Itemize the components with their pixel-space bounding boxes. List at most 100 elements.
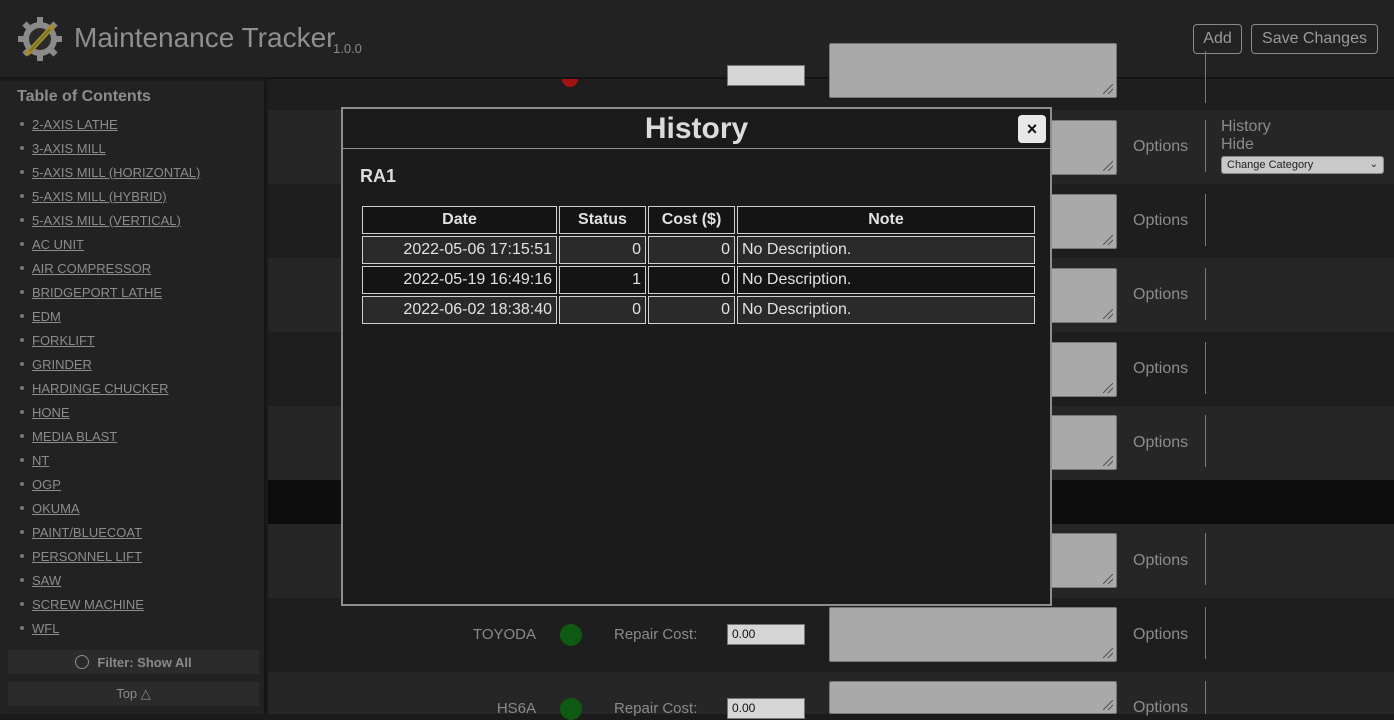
sidebar: Table of Contents 2-AXIS LATHE 3-AXIS MI…	[0, 81, 266, 714]
status-cell: 0	[559, 296, 646, 324]
options-button[interactable]: Options	[1133, 434, 1188, 452]
repair-cost-input[interactable]: 0.00	[727, 698, 805, 719]
toc-item[interactable]: 2-AXIS LATHE	[20, 112, 200, 136]
options-button[interactable]: Options	[1133, 552, 1188, 570]
toc-title: Table of Contents	[17, 88, 151, 105]
options-button[interactable]: Options	[1133, 138, 1188, 156]
divider	[1205, 681, 1206, 714]
toc-item[interactable]: EDM	[20, 304, 200, 328]
bullet-icon	[20, 578, 24, 582]
toc-item[interactable]: AC UNIT	[20, 232, 200, 256]
toc-item[interactable]: 5-AXIS MILL (VERTICAL)	[20, 208, 200, 232]
bullet-icon	[20, 194, 24, 198]
modal-subtitle: RA1	[360, 166, 397, 186]
toc-link[interactable]: 2-AXIS LATHE	[32, 117, 118, 132]
filter-label: Filter: Show All	[97, 654, 192, 670]
notes-textarea[interactable]	[829, 607, 1117, 662]
options-button[interactable]: Options	[1133, 286, 1188, 304]
toc-link[interactable]: FORKLIFT	[32, 333, 95, 348]
toc-item[interactable]: SAW	[20, 568, 200, 592]
toc-item[interactable]: PAINT/BLUECOAT	[20, 520, 200, 544]
toc-item[interactable]: MEDIA BLAST	[20, 424, 200, 448]
options-button[interactable]: Options	[1133, 212, 1188, 230]
note-cell: No Description.	[737, 296, 1035, 324]
hide-link[interactable]: Hide	[1221, 136, 1271, 154]
toc-link[interactable]: HONE	[32, 405, 70, 420]
options-button[interactable]: Options	[1133, 626, 1188, 644]
toc-link[interactable]: BRIDGEPORT LATHE	[32, 285, 162, 300]
toc-link[interactable]: OGP	[32, 477, 61, 492]
toc-link[interactable]: HARDINGE CHUCKER	[32, 381, 169, 396]
bullet-icon	[20, 626, 24, 630]
app-version: 1.0.0	[333, 41, 362, 56]
toc-item[interactable]: WFL	[20, 616, 200, 640]
close-button[interactable]: ×	[1018, 115, 1046, 143]
toc-link[interactable]: 5-AXIS MILL (HYBRID)	[32, 189, 167, 204]
toc-item[interactable]: 3-AXIS MILL	[20, 136, 200, 160]
toc-item[interactable]: OKUMA	[20, 496, 200, 520]
toc-link[interactable]: AIR COMPRESSOR	[32, 261, 151, 276]
modal-title: History	[343, 109, 1050, 149]
toc-link[interactable]: AC UNIT	[32, 237, 84, 252]
toc-item[interactable]: AIR COMPRESSOR	[20, 256, 200, 280]
toc-item[interactable]: NT	[20, 448, 200, 472]
toc-item[interactable]: HONE	[20, 400, 200, 424]
toc-link[interactable]: GRINDER	[32, 357, 92, 372]
equipment-row: TOYODA Repair Cost: 0.00 Options	[268, 598, 1394, 672]
filter-toggle[interactable]: Filter: Show All	[8, 650, 259, 674]
toc-item[interactable]: SCREW MACHINE	[20, 592, 200, 616]
toc-item[interactable]: GRINDER	[20, 352, 200, 376]
app-title: Maintenance Tracker	[74, 22, 336, 53]
note-cell: No Description.	[737, 236, 1035, 264]
history-link[interactable]: History	[1221, 118, 1271, 136]
toc-link[interactable]: PAINT/BLUECOAT	[32, 525, 142, 540]
toc-link[interactable]: WFL	[32, 621, 59, 636]
toc-link[interactable]: PERSONNEL LIFT	[32, 549, 142, 564]
toc-item[interactable]: FORKLIFT	[20, 328, 200, 352]
table-row: 2022-05-19 16:49:16 1 0 No Description.	[362, 266, 1035, 294]
toc-item[interactable]: PERSONNEL LIFT	[20, 544, 200, 568]
bullet-icon	[20, 266, 24, 270]
toc-item[interactable]: HARDINGE CHUCKER	[20, 376, 200, 400]
toc-item[interactable]: 5-AXIS MILL (HORIZONTAL)	[20, 160, 200, 184]
options-button[interactable]: Options	[1133, 360, 1188, 378]
repair-cost-label: Repair Cost:	[614, 700, 698, 717]
repair-cost-label: Repair Cost:	[614, 626, 698, 643]
bullet-icon	[20, 386, 24, 390]
equipment-row	[268, 43, 1394, 110]
date-cell: 2022-06-02 18:38:40	[362, 296, 557, 324]
add-button[interactable]: Add	[1193, 24, 1242, 54]
bullet-icon	[20, 506, 24, 510]
toc-link[interactable]: 5-AXIS MILL (VERTICAL)	[32, 213, 181, 228]
row-history-links: History Hide	[1221, 118, 1271, 154]
bullet-icon	[20, 458, 24, 462]
toc-item[interactable]: 5-AXIS MILL (HYBRID)	[20, 184, 200, 208]
toc-item[interactable]: BRIDGEPORT LATHE	[20, 280, 200, 304]
cost-cell: 0	[648, 296, 735, 324]
change-category-select[interactable]: Change Category ⌄	[1221, 156, 1384, 174]
table-row: 2022-06-02 18:38:40 0 0 No Description.	[362, 296, 1035, 324]
toc-link[interactable]: 5-AXIS MILL (HORIZONTAL)	[32, 165, 200, 180]
top-button[interactable]: Top △	[8, 682, 259, 706]
toc-link[interactable]: OKUMA	[32, 501, 80, 516]
repair-cost-input[interactable]: 0.00	[727, 624, 805, 645]
toc-link[interactable]: SCREW MACHINE	[32, 597, 144, 612]
notes-textarea[interactable]	[829, 43, 1117, 98]
table-row: 2022-05-06 17:15:51 0 0 No Description.	[362, 236, 1035, 264]
chevron-down-icon: ⌄	[1369, 159, 1378, 170]
toc-link[interactable]: MEDIA BLAST	[32, 429, 117, 444]
date-cell: 2022-05-06 17:15:51	[362, 236, 557, 264]
options-button[interactable]: Options	[1133, 699, 1188, 717]
bullet-icon	[20, 362, 24, 366]
toc-link[interactable]: 3-AXIS MILL	[32, 141, 106, 156]
repair-cost-input[interactable]	[727, 65, 805, 86]
cost-cell: 0	[648, 236, 735, 264]
toc-link[interactable]: EDM	[32, 309, 61, 324]
notes-textarea[interactable]	[829, 681, 1117, 714]
bullet-icon	[20, 434, 24, 438]
toc-link[interactable]: SAW	[32, 573, 61, 588]
toc-item[interactable]: OGP	[20, 472, 200, 496]
radio-icon[interactable]	[75, 655, 90, 669]
save-changes-button[interactable]: Save Changes	[1251, 24, 1378, 54]
toc-link[interactable]: NT	[32, 453, 49, 468]
